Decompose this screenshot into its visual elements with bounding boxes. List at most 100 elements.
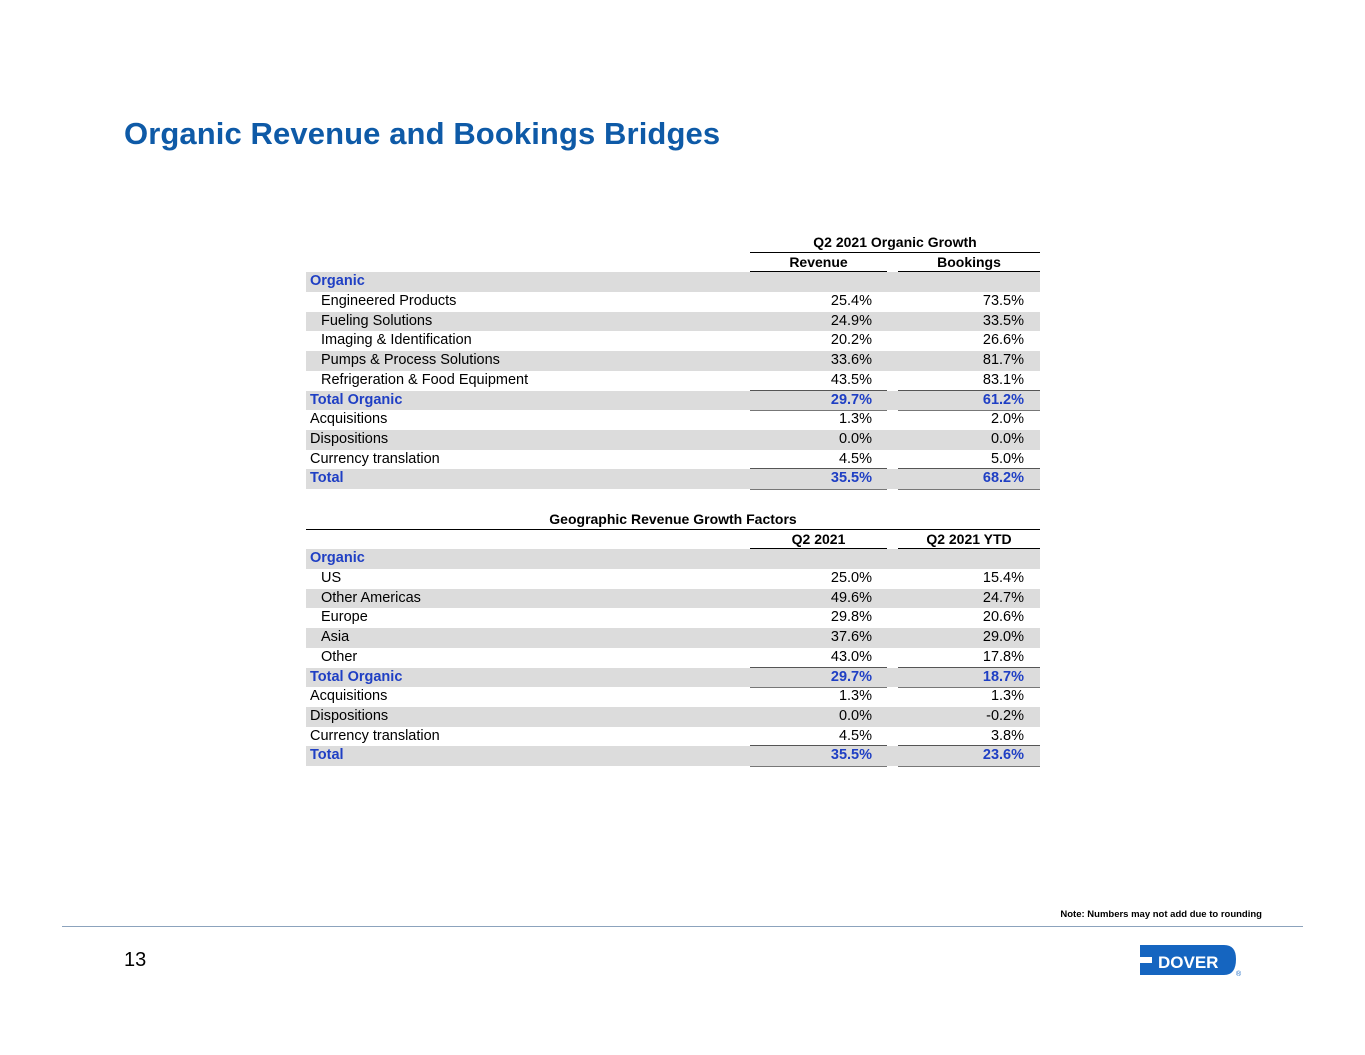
row-value-2: 24.7% bbox=[982, 589, 1024, 606]
row-value-1: 33.6% bbox=[830, 352, 872, 369]
table-title: Geographic Revenue Growth Factors bbox=[549, 511, 797, 527]
registered-mark: ® bbox=[1236, 970, 1242, 978]
row-label: Dispositions bbox=[310, 430, 389, 447]
column-headers: Q2 2021 Q2 2021 YTD bbox=[306, 530, 1040, 550]
row-value-1: 0.0% bbox=[838, 430, 872, 447]
table-row: Organic bbox=[306, 549, 1040, 570]
row-value-1: 1.3% bbox=[838, 688, 872, 705]
row-value-1: 43.5% bbox=[830, 371, 872, 388]
total-rule bbox=[750, 765, 887, 767]
column-header-q2-2021: Q2 2021 bbox=[791, 530, 846, 547]
row-value-2: 23.6% bbox=[982, 747, 1024, 764]
total-rule bbox=[898, 745, 1040, 747]
rounding-note: Note: Numbers may not add due to roundin… bbox=[1060, 909, 1262, 920]
row-value-2: 83.1% bbox=[982, 371, 1024, 388]
row-label: Asia bbox=[321, 629, 350, 646]
row-label: Organic bbox=[310, 550, 365, 567]
total-rule bbox=[898, 389, 1040, 391]
footer-divider bbox=[62, 926, 1303, 927]
total-rule bbox=[750, 666, 887, 668]
row-label: Currency translation bbox=[310, 727, 440, 744]
row-label: Other bbox=[321, 648, 358, 665]
row-label: Acquisitions bbox=[310, 411, 388, 428]
row-value-2: 81.7% bbox=[982, 352, 1024, 369]
row-value-2: 15.4% bbox=[982, 570, 1024, 587]
row-value-2: 73.5% bbox=[982, 293, 1024, 310]
row-value-2: 3.8% bbox=[990, 727, 1024, 744]
row-value-2: 5.0% bbox=[990, 450, 1024, 467]
row-value-2: 0.0% bbox=[990, 430, 1024, 447]
geographic-growth-table: Geographic Revenue Growth Factors Q2 202… bbox=[306, 510, 1040, 767]
row-value-1: 25.0% bbox=[830, 570, 872, 587]
table-row: Total Organic 29.7% 18.7% bbox=[306, 666, 1040, 689]
row-value-1: 25.4% bbox=[830, 293, 872, 310]
logo-text: DOVER bbox=[1158, 953, 1218, 972]
row-value-1: 1.3% bbox=[838, 411, 872, 428]
table-row: Imaging & Identification 20.2% 26.6% bbox=[306, 331, 1040, 351]
table-row: Total Organic 29.7% 61.2% bbox=[306, 389, 1040, 412]
column-header-revenue: Revenue bbox=[789, 253, 848, 270]
page-number: 13 bbox=[124, 949, 147, 971]
total-rule bbox=[898, 468, 1040, 470]
row-label: Other Americas bbox=[321, 589, 421, 606]
row-label: Acquisitions bbox=[310, 688, 388, 705]
row-label: Refrigeration & Food Equipment bbox=[321, 371, 529, 388]
table-title: Q2 2021 Organic Growth bbox=[813, 234, 977, 250]
row-label: Imaging & Identification bbox=[321, 332, 472, 349]
table-header: Geographic Revenue Growth Factors bbox=[306, 510, 1040, 530]
column-header-bookings: Bookings bbox=[937, 253, 1001, 270]
row-label: Pumps & Process Solutions bbox=[321, 352, 500, 369]
row-value-1: 29.8% bbox=[830, 609, 872, 626]
organic-growth-table: Q2 2021 Organic Growth Revenue Bookings … bbox=[306, 233, 1040, 490]
row-value-1: 29.7% bbox=[830, 668, 872, 685]
table-row: Other 43.0% 17.8% bbox=[306, 648, 1040, 668]
table-row: Asia 37.6% 29.0% bbox=[306, 628, 1040, 648]
row-label: Currency translation bbox=[310, 450, 440, 467]
row-value-2: 17.8% bbox=[982, 648, 1024, 665]
table-row: Currency translation 4.5% 5.0% bbox=[306, 450, 1040, 470]
dover-logo: DOVER ® bbox=[1140, 945, 1242, 978]
total-rule bbox=[898, 488, 1040, 490]
table-row: Engineered Products 25.4% 73.5% bbox=[306, 292, 1040, 312]
table-row: Currency translation 4.5% 3.8% bbox=[306, 727, 1040, 747]
table-row: Fueling Solutions 24.9% 33.5% bbox=[306, 311, 1040, 332]
row-value-1: 43.0% bbox=[830, 648, 872, 665]
row-value-2: 20.6% bbox=[982, 609, 1024, 626]
row-value-1: 20.2% bbox=[830, 332, 872, 349]
row-value-2: 2.0% bbox=[990, 411, 1024, 428]
row-value-1: 24.9% bbox=[830, 312, 872, 329]
row-label: Dispositions bbox=[310, 707, 389, 724]
row-value-1: 0.0% bbox=[838, 707, 872, 724]
total-rule bbox=[750, 488, 887, 490]
row-value-1: 35.5% bbox=[830, 747, 872, 764]
row-value-2: 61.2% bbox=[982, 391, 1024, 408]
row-value-2: 1.3% bbox=[990, 688, 1024, 705]
total-rule bbox=[898, 666, 1040, 668]
table-row: Dispositions 0.0% -0.2% bbox=[306, 706, 1040, 727]
row-label: Engineered Products bbox=[321, 293, 457, 310]
page-title: Organic Revenue and Bookings Bridges bbox=[124, 116, 721, 151]
row-value-1: 37.6% bbox=[830, 629, 872, 646]
row-label: Europe bbox=[321, 609, 368, 626]
row-value-2: 33.5% bbox=[982, 312, 1024, 329]
table-row: Organic bbox=[306, 272, 1040, 293]
row-label: Total bbox=[310, 747, 344, 764]
table-row: Europe 29.8% 20.6% bbox=[306, 608, 1040, 628]
table-row: US 25.0% 15.4% bbox=[306, 569, 1040, 589]
row-label: US bbox=[321, 570, 342, 587]
total-rule bbox=[750, 389, 887, 391]
row-value-1: 49.6% bbox=[830, 589, 872, 606]
row-value-2: -0.2% bbox=[986, 707, 1024, 724]
row-value-2: 29.0% bbox=[982, 629, 1024, 646]
row-value-1: 4.5% bbox=[838, 450, 872, 467]
table-row: Pumps & Process Solutions 33.6% 81.7% bbox=[306, 351, 1040, 371]
table-row: Dispositions 0.0% 0.0% bbox=[306, 429, 1040, 450]
row-label: Total bbox=[310, 470, 344, 487]
column-header-q2-2021-ytd: Q2 2021 YTD bbox=[926, 530, 1012, 547]
table-row: Acquisitions 1.3% 1.3% bbox=[306, 687, 1040, 707]
row-label: Total Organic bbox=[310, 391, 403, 408]
total-rule bbox=[750, 468, 887, 470]
table-row: Total 35.5% 23.6% bbox=[306, 745, 1040, 767]
column-headers: Revenue Bookings bbox=[306, 253, 1040, 273]
table-row: Refrigeration & Food Equipment 43.5% 83.1% bbox=[306, 371, 1040, 391]
